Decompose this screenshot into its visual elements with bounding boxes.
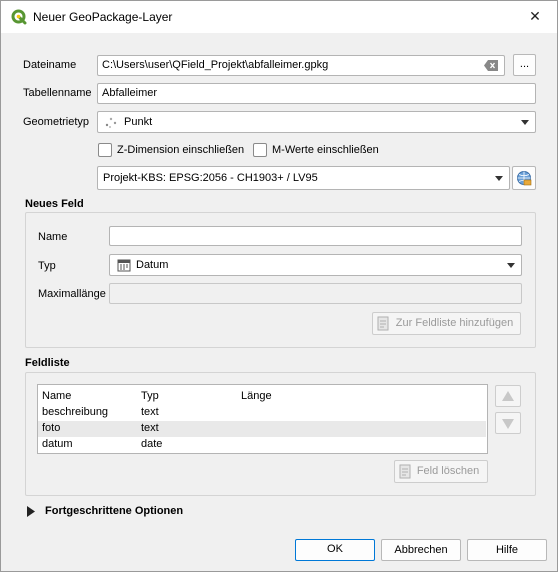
maxlen-input[interactable] bbox=[109, 283, 522, 304]
advanced-options-label: Fortgeschrittene Optionen bbox=[45, 505, 184, 517]
crs-picker-button[interactable] bbox=[512, 166, 536, 190]
close-button[interactable]: ✕ bbox=[513, 1, 557, 31]
field-type-value: Datum bbox=[136, 259, 169, 271]
qgis-logo-icon bbox=[11, 9, 27, 25]
new-field-title: Neues Feld bbox=[25, 198, 84, 210]
cell-type: date bbox=[141, 438, 163, 450]
geomtype-label: Geometrietyp bbox=[23, 116, 90, 128]
globe-icon bbox=[517, 171, 532, 186]
column-header-length[interactable]: Länge bbox=[241, 390, 272, 402]
maxlen-label: Maximallänge bbox=[38, 288, 106, 300]
table-row[interactable]: beschreibung text bbox=[38, 405, 486, 421]
tablename-label: Tabellenname bbox=[23, 87, 92, 99]
geomtype-select[interactable]: Punkt bbox=[97, 111, 536, 133]
close-icon: ✕ bbox=[529, 8, 541, 24]
field-list-title: Feldliste bbox=[25, 357, 70, 369]
advanced-options-toggle[interactable]: Fortgeschrittene Optionen bbox=[27, 504, 247, 520]
cell-type: text bbox=[141, 422, 159, 434]
chevron-down-icon bbox=[495, 176, 503, 181]
field-type-label: Typ bbox=[38, 260, 56, 272]
cancel-button[interactable]: Abbrechen bbox=[381, 539, 461, 561]
chevron-down-icon bbox=[507, 263, 515, 268]
calendar-icon bbox=[117, 259, 131, 272]
tablename-input[interactable]: Abfalleimer bbox=[97, 83, 536, 104]
chevron-down-icon bbox=[521, 120, 529, 125]
add-to-field-list-label: Zur Feldliste hinzufügen bbox=[395, 317, 514, 329]
point-geometry-icon bbox=[105, 117, 117, 128]
m-values-checkbox[interactable] bbox=[253, 143, 267, 157]
crs-value: Projekt-KBS: EPSG:2056 - CH1903+ / LV95 bbox=[103, 172, 318, 184]
dialog-window: Neuer GeoPackage-Layer ✕ Dateiname C:\Us… bbox=[0, 0, 558, 572]
delete-field-button[interactable]: Feld löschen bbox=[394, 460, 488, 483]
browse-button-label: ... bbox=[519, 58, 530, 70]
cancel-label: Abbrechen bbox=[394, 544, 448, 556]
cell-name: datum bbox=[42, 438, 73, 450]
move-up-button[interactable] bbox=[495, 385, 521, 407]
field-type-select[interactable]: Datum bbox=[109, 254, 522, 276]
help-label: Hilfe bbox=[495, 544, 518, 556]
cell-name: beschreibung bbox=[42, 406, 109, 418]
field-name-input[interactable] bbox=[109, 226, 522, 246]
add-to-field-list-button[interactable]: Zur Feldliste hinzufügen bbox=[372, 312, 521, 335]
ok-button[interactable]: OK bbox=[295, 539, 375, 561]
delete-field-label: Feld löschen bbox=[416, 465, 480, 477]
clear-icon[interactable] bbox=[484, 60, 498, 71]
z-dimension-label: Z-Dimension einschließen bbox=[117, 144, 245, 156]
crs-select[interactable]: Projekt-KBS: EPSG:2056 - CH1903+ / LV95 bbox=[97, 166, 510, 190]
title-bar: Neuer GeoPackage-Layer ✕ bbox=[1, 1, 557, 33]
filename-value: C:\Users\user\QField_Projekt\abfalleimer… bbox=[102, 59, 329, 71]
arrow-down-icon bbox=[502, 419, 514, 429]
ok-label: OK bbox=[327, 543, 343, 555]
window-title: Neuer GeoPackage-Layer bbox=[33, 10, 173, 24]
field-table[interactable]: Name Typ Länge beschreibung text foto te… bbox=[37, 384, 488, 454]
cell-name: foto bbox=[42, 422, 61, 434]
table-row[interactable]: foto text bbox=[38, 421, 486, 437]
filename-label: Dateiname bbox=[23, 59, 77, 71]
tablename-value: Abfalleimer bbox=[102, 87, 158, 99]
add-field-icon bbox=[377, 316, 389, 331]
move-down-button[interactable] bbox=[495, 412, 521, 434]
column-header-name[interactable]: Name bbox=[42, 390, 71, 402]
help-button[interactable]: Hilfe bbox=[467, 539, 547, 561]
m-values-label: M-Werte einschließen bbox=[272, 144, 379, 156]
field-name-label: Name bbox=[38, 231, 68, 243]
expand-arrow-icon bbox=[27, 506, 35, 517]
filename-input[interactable]: C:\Users\user\QField_Projekt\abfalleimer… bbox=[97, 55, 505, 76]
browse-button[interactable]: ... bbox=[513, 54, 536, 76]
arrow-up-icon bbox=[502, 391, 514, 401]
cell-type: text bbox=[141, 406, 159, 418]
geomtype-value: Punkt bbox=[124, 116, 153, 128]
z-dimension-checkbox[interactable] bbox=[98, 143, 112, 157]
delete-field-icon bbox=[399, 464, 411, 479]
column-header-type[interactable]: Typ bbox=[141, 390, 159, 402]
table-row[interactable]: datum date bbox=[38, 437, 486, 453]
